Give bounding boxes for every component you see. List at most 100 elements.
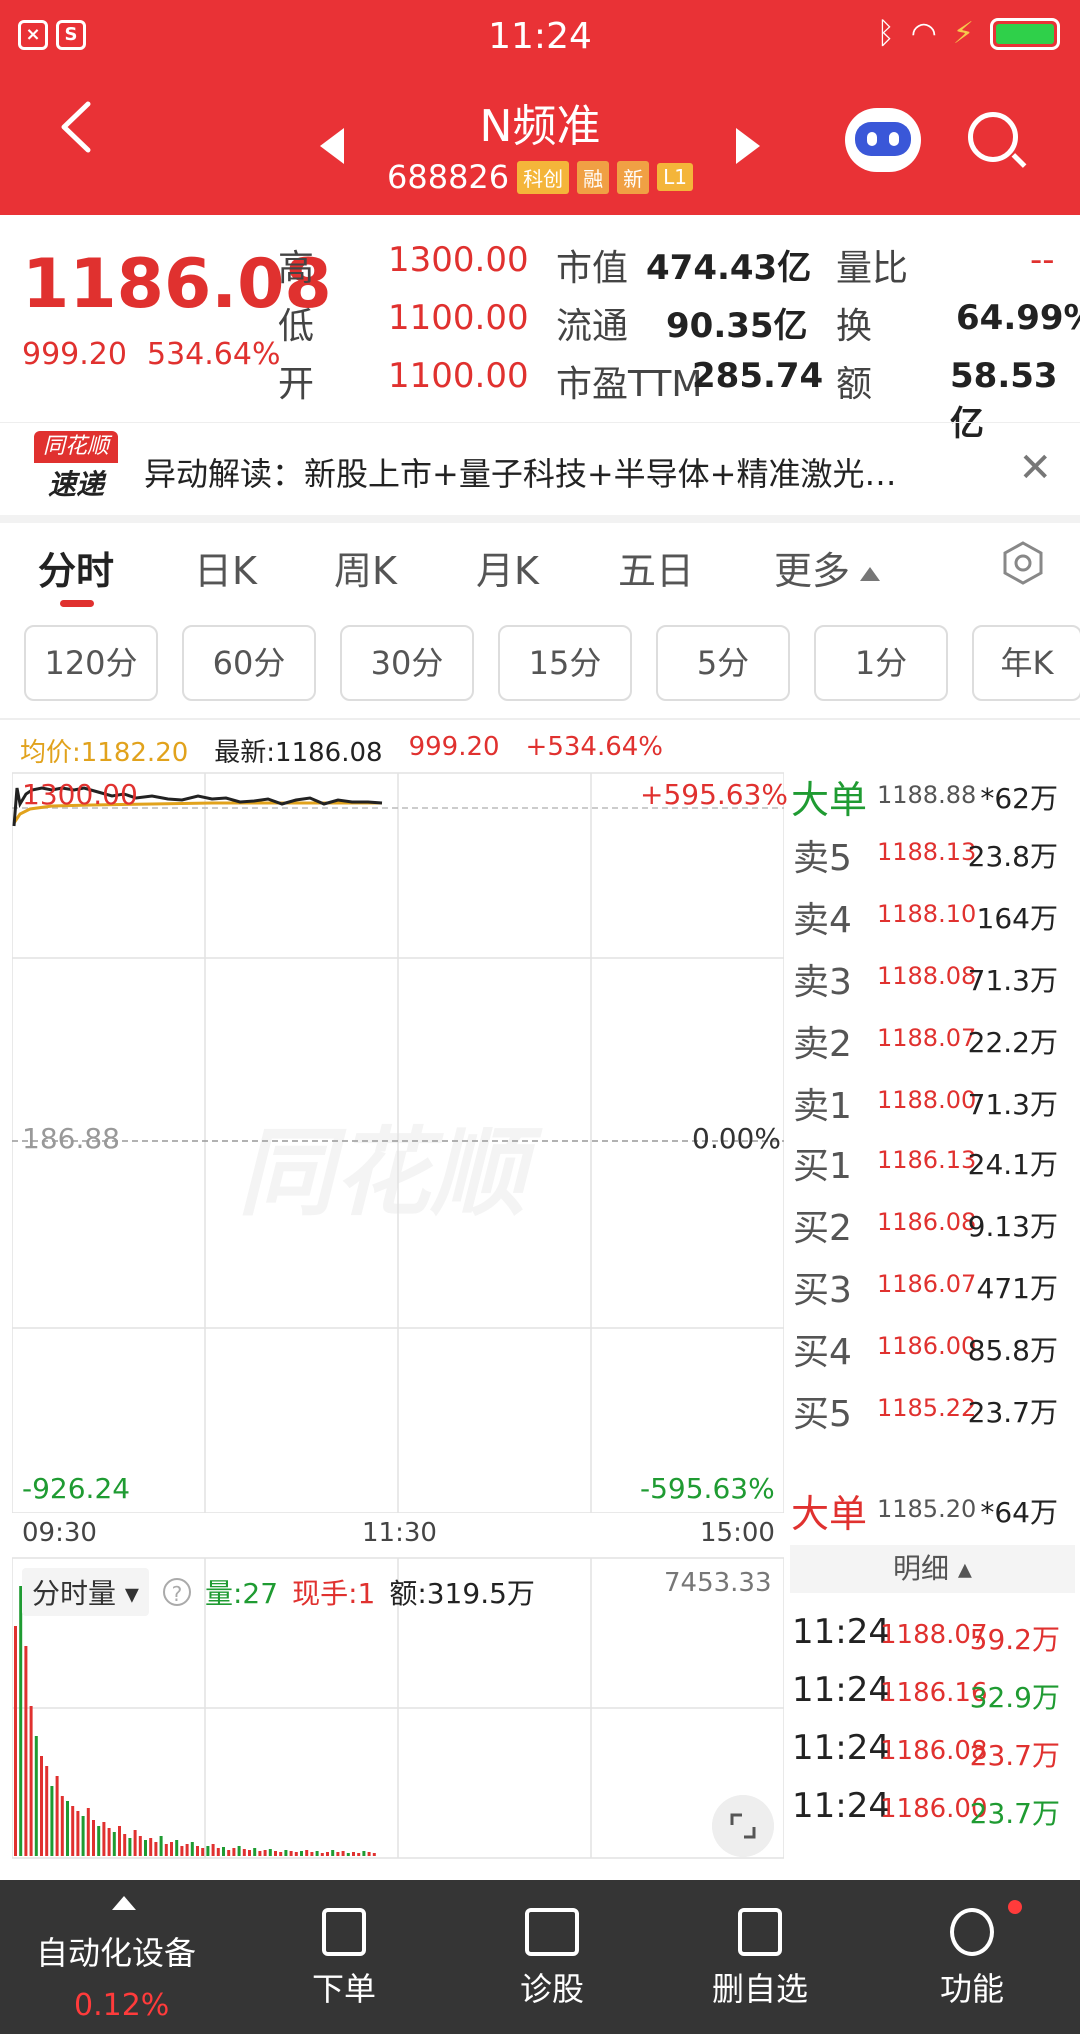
- big-buy-label: 大单: [791, 1492, 868, 1536]
- alert-text[interactable]: 异动解读：新股上市+量子科技+半导体+精准激光…: [144, 449, 896, 495]
- tab-monthly-k[interactable]: 月K: [476, 540, 539, 595]
- volume-bar: [300, 1851, 303, 1856]
- ask-row[interactable]: 卖2 1188.07 22.2万: [785, 1015, 1080, 1071]
- bid-row[interactable]: 买3 1186.07 471万: [785, 1261, 1080, 1317]
- volume-ratio-label: 量比: [836, 248, 909, 289]
- volume-bar: [222, 1847, 225, 1856]
- settings-hexagon-icon[interactable]: [1000, 540, 1046, 586]
- volume-type-select[interactable]: 分时量 ▾: [22, 1568, 149, 1616]
- active-tab-indicator: [60, 600, 94, 607]
- axis-bottom-price: -926.24: [22, 1472, 131, 1505]
- stock-code: 688826: [386, 158, 510, 196]
- pe-label: 市盈TTM: [556, 364, 703, 405]
- minus-box-icon: [738, 1908, 782, 1956]
- volume-bar: [315, 1851, 319, 1856]
- period-15min[interactable]: 15分: [498, 625, 632, 701]
- bottom-bar: 自动化设备 0.12% 下单 诊股 删自选 功能: [0, 1880, 1080, 2034]
- bid-side: 买3: [793, 1270, 852, 1311]
- tab-five-day[interactable]: 五日: [618, 540, 694, 595]
- charging-icon: ⚡: [952, 16, 974, 51]
- trade-time: 11:24: [792, 1786, 890, 1826]
- detail-header[interactable]: 明细 ▴: [790, 1545, 1075, 1593]
- period-120min[interactable]: 120分: [24, 625, 158, 701]
- volume-bar: [45, 1766, 49, 1856]
- remove-watchlist-button[interactable]: 删自选: [712, 1908, 808, 2010]
- tab-daily-k[interactable]: 日K: [194, 540, 257, 595]
- volume-bar: [211, 1844, 215, 1856]
- trade-vol: 23.7万: [969, 1739, 1060, 1772]
- trade-detail-row: 11:24 1186.16 32.9万: [792, 1670, 1080, 1726]
- ask-side: 卖2: [793, 1024, 852, 1065]
- news-alert-bar[interactable]: 同花顺 速递 异动解读：新股上市+量子科技+半导体+精准激光… ✕: [0, 422, 1080, 515]
- chart-change: 999.20: [408, 732, 500, 762]
- tab-weekly-k[interactable]: 周K: [334, 540, 397, 595]
- time-label-midday: 11:30: [362, 1518, 437, 1548]
- volume-bar: [24, 1646, 28, 1856]
- big-buy-row[interactable]: 大单 1185.20 *64万: [785, 1483, 1080, 1539]
- volume-bar: [128, 1838, 132, 1856]
- volume-bar: [331, 1850, 335, 1856]
- period-1min[interactable]: 1分: [814, 625, 948, 701]
- volume-bar: [274, 1851, 277, 1856]
- volume-bar: [372, 1853, 376, 1856]
- help-icon[interactable]: ?: [162, 1578, 191, 1606]
- expand-icon[interactable]: [712, 1795, 774, 1857]
- period-60min[interactable]: 60分: [182, 625, 316, 701]
- remove-watchlist-label: 删自选: [712, 1970, 809, 2008]
- divider: [0, 718, 1080, 720]
- order-button[interactable]: 下单: [312, 1908, 376, 2010]
- period-30min[interactable]: 30分: [340, 625, 474, 701]
- bid-row[interactable]: 买5 1185.22 23.7万: [785, 1385, 1080, 1441]
- sector-name[interactable]: 自动化设备: [36, 1928, 196, 1974]
- bid-vol: 24.1万: [967, 1148, 1058, 1181]
- bid-row[interactable]: 买1 1186.13 24.1万: [785, 1137, 1080, 1193]
- volume-bar: [352, 1852, 355, 1856]
- trade-detail-row: 11:24 1188.07 59.2万: [792, 1612, 1080, 1668]
- pe-value: 285.74: [692, 356, 824, 396]
- bid-vol: 85.8万: [967, 1334, 1058, 1367]
- volume-bar: [216, 1848, 220, 1856]
- bid-side: 买5: [793, 1394, 852, 1435]
- close-icon[interactable]: ✕: [1018, 445, 1052, 491]
- ask-side: 卖5: [793, 838, 852, 879]
- search-icon[interactable]: [968, 112, 1018, 162]
- ask-row[interactable]: 卖3 1188.08 71.3万: [785, 953, 1080, 1009]
- ask-row[interactable]: 卖5 1188.13 23.8万: [785, 829, 1080, 885]
- ask-vol: 22.2万: [967, 1026, 1058, 1059]
- volume-bar: [336, 1852, 340, 1856]
- tag-star-market: 科创: [517, 160, 570, 194]
- chevron-up-icon[interactable]: [112, 1896, 136, 1910]
- intraday-chart[interactable]: [12, 768, 784, 1513]
- diagnose-button[interactable]: 诊股: [520, 1908, 584, 2010]
- big-sell-row[interactable]: 大单 1188.88 *62万: [785, 765, 1080, 822]
- period-yearly-k[interactable]: 年K: [972, 625, 1080, 701]
- trade-time: 11:24: [792, 1670, 890, 1710]
- detail-header-label: 明细: [893, 1552, 950, 1585]
- tab-more[interactable]: 更多: [774, 540, 881, 595]
- latest-price: 最新:1186.08: [214, 738, 383, 768]
- ask-vol: 164万: [976, 902, 1058, 935]
- volume-bar: [357, 1853, 361, 1856]
- ask-row[interactable]: 卖1 1188.00 71.3万: [785, 1077, 1080, 1133]
- bid-price: 1186.00: [877, 1332, 977, 1360]
- bid-price: 1185.22: [877, 1394, 977, 1422]
- function-button[interactable]: 功能: [940, 1908, 1004, 2010]
- ask-row[interactable]: 卖4 1188.10 164万: [785, 891, 1080, 947]
- bid-side: 买2: [793, 1208, 852, 1249]
- volume-bar: [118, 1826, 121, 1856]
- period-5min[interactable]: 5分: [656, 625, 790, 701]
- volume-bar: [341, 1851, 345, 1856]
- bid-row[interactable]: 买4 1186.00 85.8万: [785, 1323, 1080, 1379]
- volume-bar: [185, 1844, 189, 1856]
- volume-ratio-value: --: [1030, 240, 1055, 280]
- tab-intraday[interactable]: 分时: [38, 540, 114, 595]
- high-value: 1300.00: [388, 240, 529, 280]
- medical-kit-icon: [525, 1908, 579, 1956]
- volume-bar: [55, 1776, 59, 1856]
- assistant-robot-icon[interactable]: [845, 108, 921, 172]
- trade-time: 11:24: [792, 1612, 890, 1652]
- ask-side: 卖4: [793, 900, 852, 941]
- bid-vol: 23.7万: [967, 1396, 1058, 1429]
- volume-bar: [92, 1820, 95, 1856]
- bid-row[interactable]: 买2 1186.08 9.13万: [785, 1199, 1080, 1255]
